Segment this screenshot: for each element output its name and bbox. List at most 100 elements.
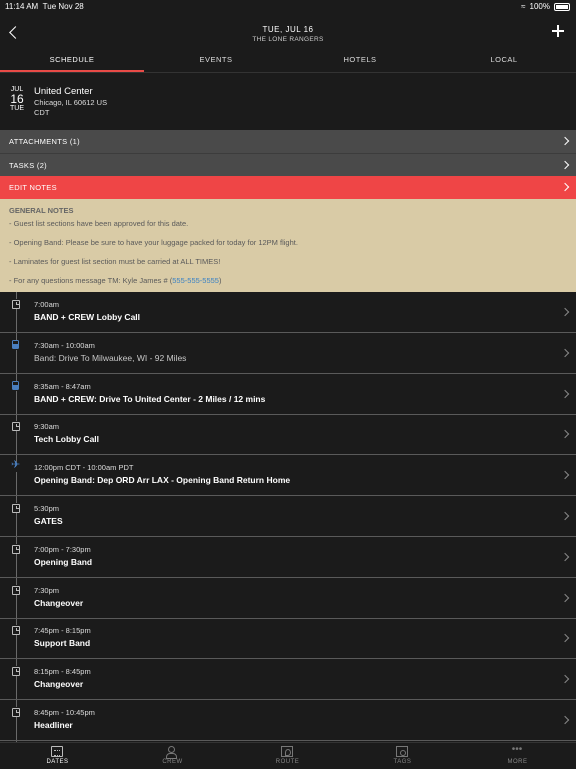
nav-label: ROUTE	[275, 759, 300, 765]
chevron-right-icon	[560, 389, 570, 398]
schedule-item[interactable]: 8:35am - 8:47am BAND + CREW: Drive To Uni…	[0, 374, 576, 415]
schedule-title: Tech Lobby Call	[34, 434, 100, 445]
notes-line: - Opening Band: Please be sure to have y…	[9, 238, 298, 247]
status-bar: 11:14 AM Tue Nov 28 ≈ 100%	[0, 0, 576, 12]
edit-notes-label: EDIT NOTES	[9, 183, 57, 192]
schedule-title: Opening Band	[34, 556, 93, 567]
schedule-item[interactable]: 7:00pm - 7:30pm Opening Band	[0, 537, 576, 578]
chevron-right-icon	[560, 307, 570, 317]
bottom-nav: DATES CREW ROUTE TAGS ••• MORE	[0, 742, 576, 769]
wifi-icon: ≈	[521, 2, 526, 11]
tab-events[interactable]: EVENTS	[144, 52, 288, 72]
schedule-title: Support Band	[34, 638, 91, 649]
schedule-time: 7:00am	[34, 300, 60, 309]
schedule-title: BAND + CREW Lobby Call	[34, 312, 141, 322]
clock-icon	[11, 421, 21, 432]
battery-percent: 100%	[529, 2, 550, 11]
schedule-title: Band: Drive To Milwaukee, WI - 92 Miles	[34, 352, 187, 363]
schedule-item[interactable]: 8:15pm - 8:45pm Changeover	[0, 659, 576, 701]
chevron-right-icon	[560, 182, 570, 192]
chevron-right-icon	[560, 470, 570, 480]
venue-address: Chicago, IL 60612 US	[34, 98, 108, 107]
bus-icon	[11, 380, 21, 391]
schedule-item[interactable]: 7:30pm Changeover	[0, 578, 576, 619]
schedule-title: Headliner	[34, 720, 73, 730]
schedule-title: BAND + CREW: Drive To United Center - 2 …	[34, 393, 266, 404]
chevron-right-icon	[560, 634, 570, 643]
nav-label: CREW	[162, 759, 183, 765]
clock-icon	[11, 707, 21, 717]
clock-icon	[11, 666, 21, 677]
tab-hotels[interactable]: HOTELS	[288, 52, 432, 72]
notes-heading: GENERAL NOTES	[9, 206, 74, 215]
chevron-right-icon	[560, 593, 570, 602]
schedule-item[interactable]: 9:30am Tech Lobby Call	[0, 414, 576, 456]
clock-icon	[11, 543, 21, 554]
tasks-row[interactable]: TASKS (2)	[0, 153, 576, 177]
page-subtitle: THE LONE RANGERS	[252, 36, 324, 43]
page-title: TUE, JUL 16	[262, 25, 314, 34]
clock-icon	[11, 625, 21, 636]
schedule-item[interactable]: 7:30am - 10:00am Band: Drive To Milwaukee…	[0, 333, 576, 374]
chevron-right-icon	[560, 552, 570, 562]
venue-timezone: CDT	[34, 108, 50, 117]
schedule-time: 7:00pm - 7:30pm	[34, 544, 91, 554]
attachments-row[interactable]: ATTACHMENTS (1)	[0, 130, 576, 153]
schedule-time: 7:30pm	[34, 585, 60, 595]
date-badge: JUL 16 TUE	[6, 86, 28, 112]
edit-notes-row[interactable]: EDIT NOTES	[0, 176, 576, 199]
notes-contact: - For any questions message TM: Kyle Jam…	[9, 276, 222, 285]
add-icon[interactable]	[552, 25, 564, 37]
schedule-item[interactable]: 8:45pm - 10:45pm Headliner	[0, 700, 576, 741]
status-right: ≈ 100%	[521, 2, 570, 11]
attachments-label: ATTACHMENTS (1)	[9, 137, 80, 146]
crew-icon	[166, 746, 178, 759]
date-day: 16	[10, 92, 24, 106]
general-notes: GENERAL NOTES - Guest list sections have…	[0, 199, 576, 292]
clock-icon	[11, 503, 21, 513]
page-title-block: TUE, JUL 16 THE LONE RANGERS	[0, 25, 576, 43]
bus-icon	[11, 339, 21, 350]
route-icon	[281, 746, 293, 757]
chevron-right-icon	[560, 348, 570, 358]
schedule-time: 7:45pm - 8:15pm	[34, 626, 91, 636]
schedule-time: 8:45pm - 10:45pm	[34, 708, 95, 717]
chevron-right-icon	[560, 136, 570, 146]
nav-label: DATES	[46, 759, 69, 765]
status-time: 11:14 AM Tue Nov 28	[5, 2, 84, 11]
clock-icon	[11, 299, 21, 309]
tab-local[interactable]: LOCAL	[432, 52, 576, 72]
schedule-time: 8:15pm - 8:45pm	[34, 667, 91, 677]
date-weekday: TUE	[10, 105, 24, 112]
nav-dates[interactable]: DATES	[0, 743, 115, 769]
more-icon: •••	[511, 744, 523, 755]
schedule-time: 5:30pm	[34, 504, 60, 513]
nav-crew[interactable]: CREW	[115, 743, 230, 769]
phone-link[interactable]: 555-555-5555	[172, 276, 219, 285]
nav-label: TAGS	[393, 759, 412, 765]
schedule-title: Opening Band: Dep ORD Arr LAX - Opening …	[34, 475, 291, 486]
tasks-label: TASKS (2)	[9, 161, 47, 170]
schedule-time: 9:30am	[34, 422, 60, 432]
venue-details: United Center Chicago, IL 60612 US CDT	[34, 86, 107, 117]
chevron-right-icon	[560, 430, 570, 439]
tab-schedule[interactable]: SCHEDULE	[0, 52, 144, 72]
calendar-icon	[51, 746, 63, 757]
schedule-title: Changeover	[34, 679, 84, 690]
nav-route[interactable]: ROUTE	[230, 743, 345, 769]
venue-name: United Center	[34, 86, 93, 97]
schedule-title: GATES	[34, 516, 63, 526]
schedule-item[interactable]: 7:00am BAND + CREW Lobby Call	[0, 292, 576, 333]
notes-line: - Guest list sections have been approved…	[9, 219, 189, 228]
clock-icon	[11, 584, 21, 595]
schedule-time: 7:30am - 10:00am	[34, 340, 95, 350]
venue-info: JUL 16 TUE United Center Chicago, IL 606…	[0, 76, 576, 130]
nav-tags[interactable]: TAGS	[345, 743, 460, 769]
tab-bar: SCHEDULE EVENTS HOTELS LOCAL	[0, 52, 576, 73]
schedule-item[interactable]: 7:45pm - 8:15pm Support Band	[0, 618, 576, 660]
battery-icon	[554, 2, 570, 11]
chevron-right-icon	[560, 674, 570, 684]
nav-more[interactable]: ••• MORE	[460, 743, 575, 769]
schedule-item[interactable]: ✈ 12:00pm CDT - 10:00am PDT Opening Band: …	[0, 455, 576, 497]
schedule-item[interactable]: 5:30pm GATES	[0, 496, 576, 537]
